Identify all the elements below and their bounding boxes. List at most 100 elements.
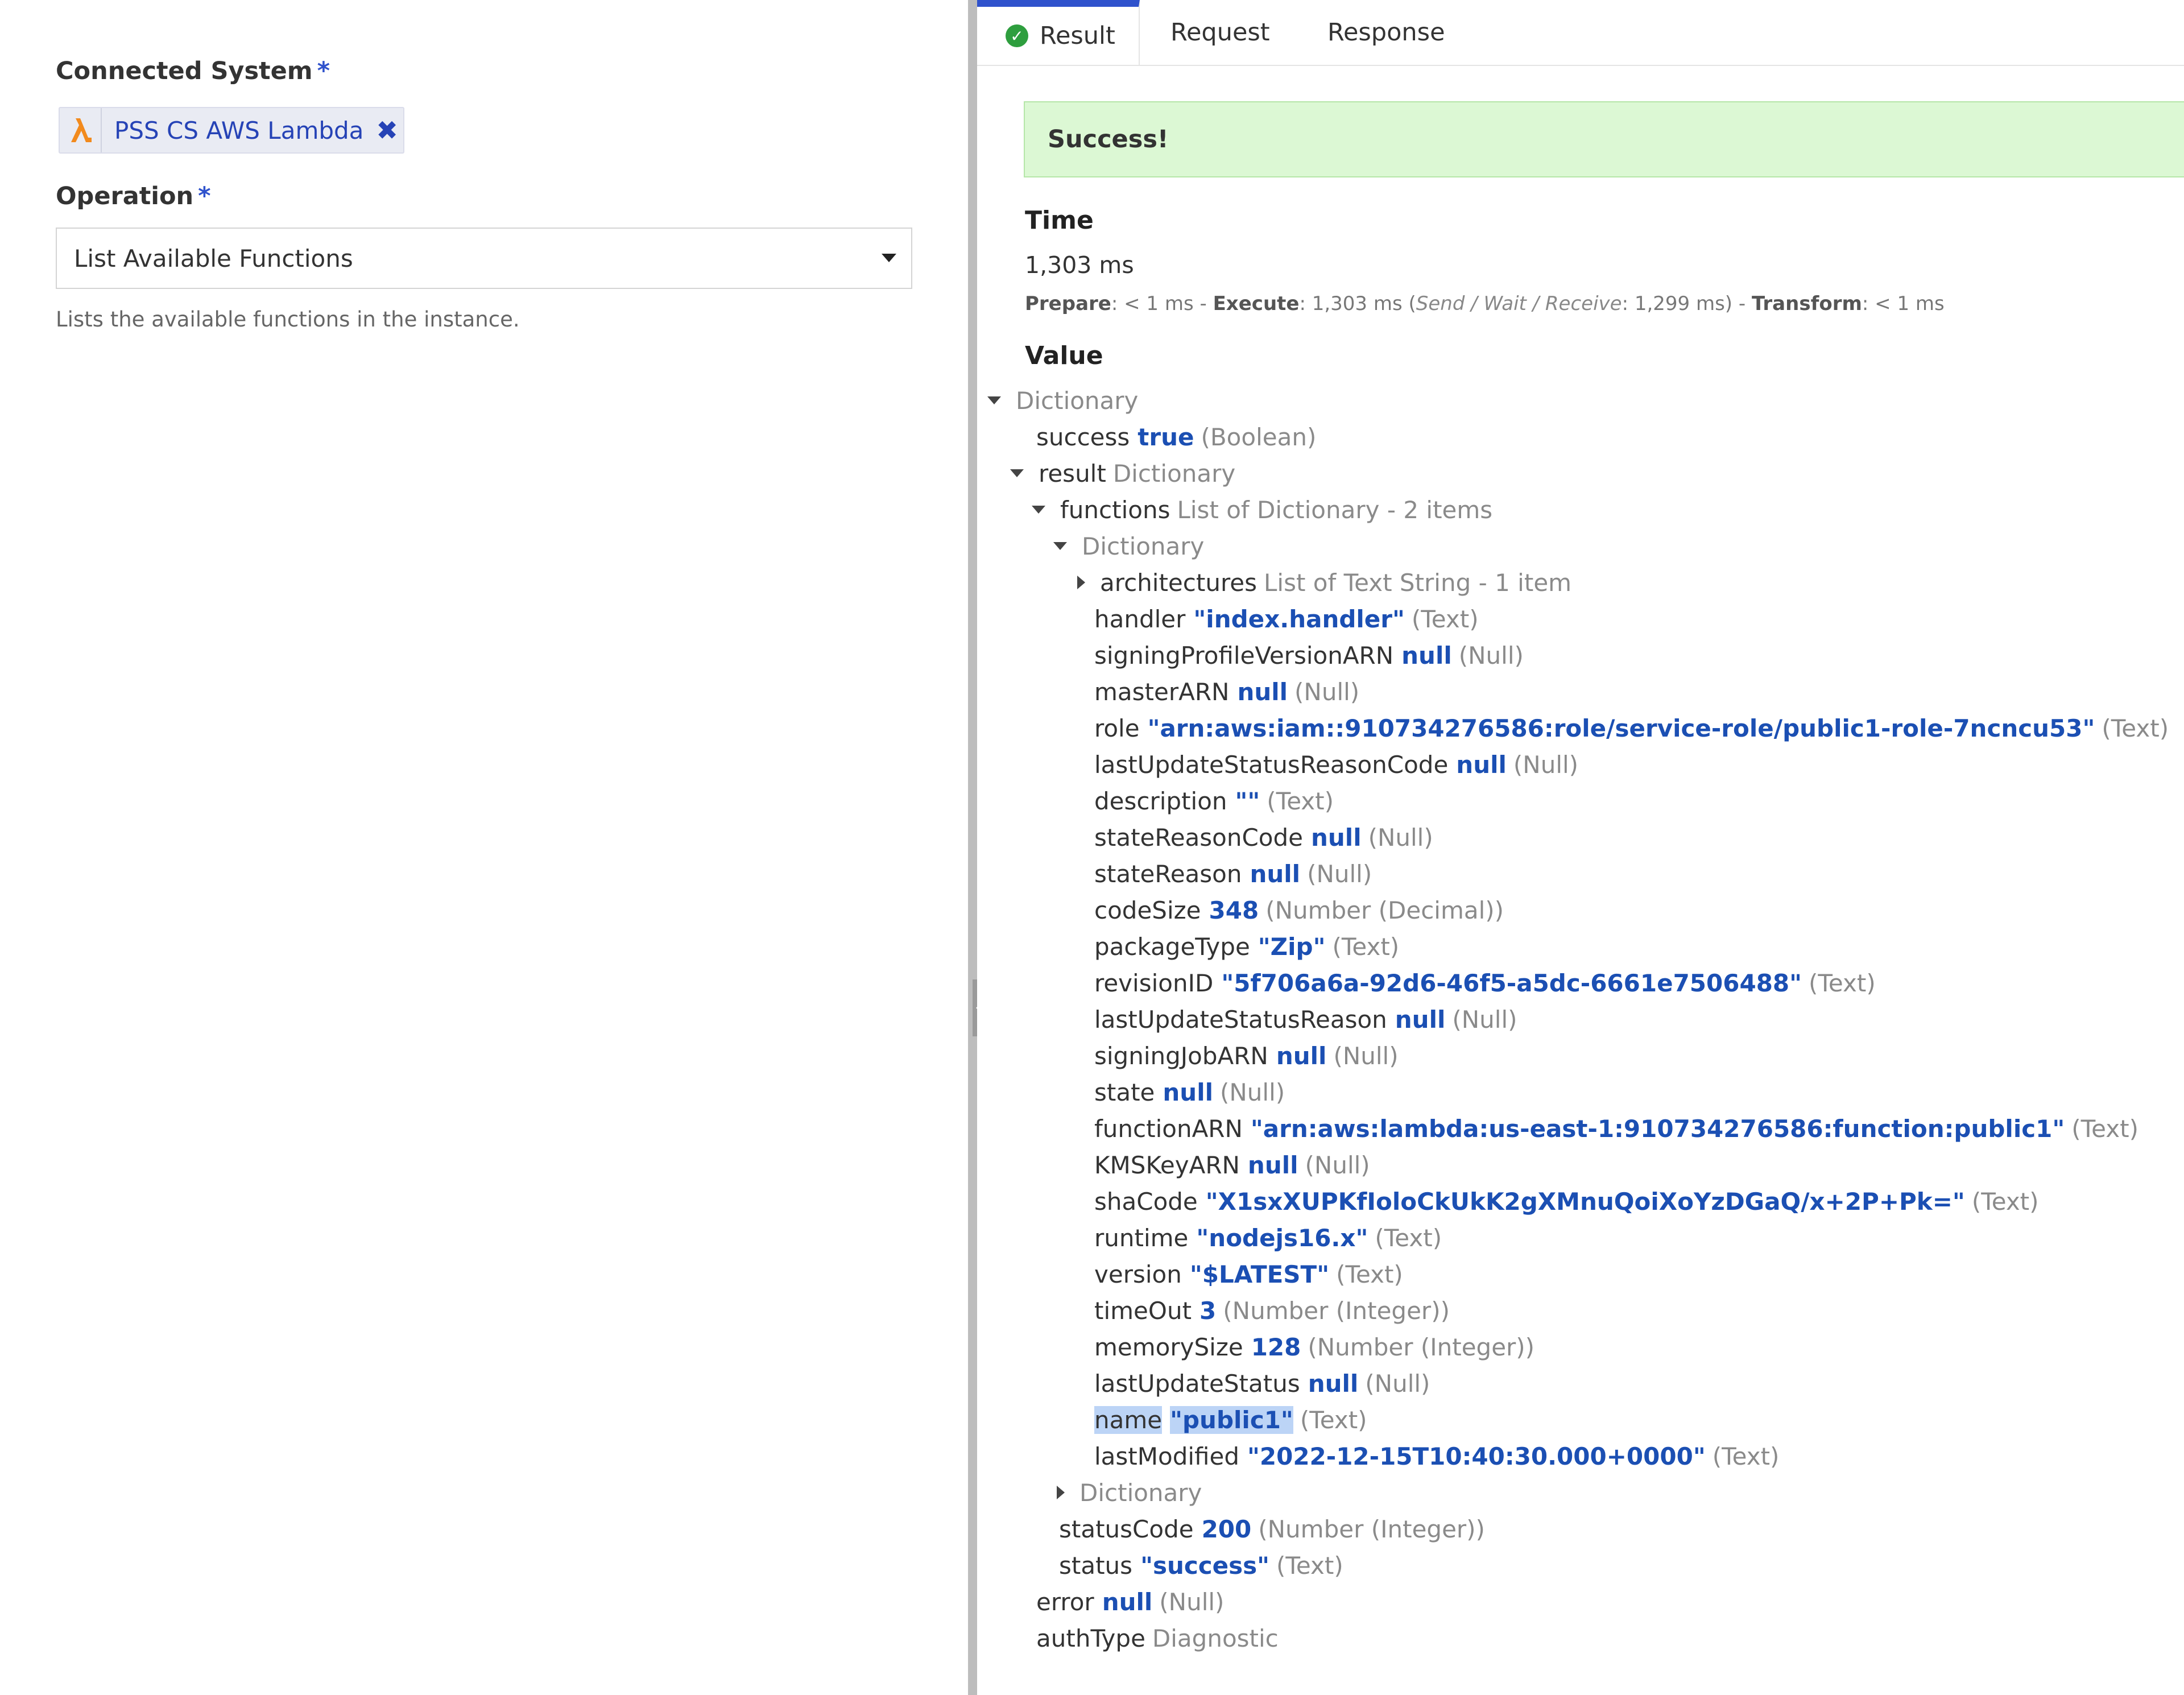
- remove-system-icon[interactable]: ✖: [376, 115, 398, 146]
- tree-type: List of Text String - 1 item: [1264, 568, 1572, 597]
- tree-value: "2022-12-15T10:40:30.000+0000": [1247, 1442, 1706, 1470]
- tree-row: packageType "Zip" (Text): [1094, 928, 1399, 965]
- tree-value: "nodejs16.x": [1196, 1223, 1368, 1252]
- tree-value: null: [1456, 750, 1507, 779]
- tree-type: (Null): [1452, 1005, 1517, 1033]
- tree-type: (Text): [1375, 1223, 1442, 1252]
- tree-row[interactable]: functions List of Dictionary - 2 items: [1032, 491, 1492, 528]
- tree-type: (Null): [1159, 1587, 1225, 1616]
- operation-label-text: Operation: [56, 182, 194, 210]
- tree-key: error: [1036, 1587, 1094, 1616]
- value-heading: Value: [1025, 341, 1103, 370]
- tree-row: lastModified "2022-12-15T10:40:30.000+000…: [1094, 1438, 1779, 1474]
- tree-value: null: [1163, 1078, 1213, 1106]
- tree-type: (Number (Integer)): [1258, 1515, 1485, 1543]
- caret-down-icon[interactable]: [1010, 469, 1024, 477]
- tree-key: state: [1094, 1078, 1155, 1106]
- tree-row: role "arn:aws:iam::910734276586:role/serv…: [1094, 710, 2169, 746]
- tab-response-label: Response: [1327, 18, 1445, 47]
- tree-key: status: [1059, 1551, 1133, 1580]
- caret-right-icon[interactable]: [1077, 576, 1085, 589]
- operation-dropdown[interactable]: List Available Functions: [56, 228, 912, 289]
- tree-key: packageType: [1094, 932, 1250, 961]
- caret-down-icon[interactable]: [1053, 542, 1067, 550]
- operation-selected-value: List Available Functions: [74, 244, 353, 272]
- tree-key: lastUpdateStatus: [1094, 1369, 1300, 1398]
- tree-key: success: [1036, 423, 1130, 451]
- tree-type: (Number (Integer)): [1223, 1296, 1450, 1325]
- tree-key: stateReason: [1094, 859, 1242, 888]
- tree-value: "Zip": [1258, 932, 1326, 961]
- tree-row: functionARN "arn:aws:lambda:us-east-1:910…: [1094, 1110, 2138, 1147]
- required-indicator: *: [317, 57, 330, 85]
- tree-type: (Null): [1368, 823, 1433, 851]
- tree-type: (Text): [1411, 605, 1479, 633]
- tree-key: handler: [1094, 605, 1186, 633]
- connected-system-name[interactable]: PSS CS AWS Lambda: [114, 117, 363, 144]
- tree-key: lastModified: [1094, 1442, 1239, 1470]
- tree-value: "$LATEST": [1189, 1260, 1330, 1288]
- tab-response[interactable]: Response: [1327, 0, 1445, 65]
- tree-value: null: [1401, 641, 1452, 669]
- tree-row[interactable]: architectures List of Text String - 1 ite…: [1074, 564, 1571, 601]
- tree-value: 128: [1251, 1333, 1301, 1361]
- tree-row: stateReasonCode null (Null): [1094, 819, 1433, 855]
- time-heading: Time: [1025, 206, 1094, 235]
- tree-type: (Text): [2102, 714, 2169, 742]
- tree-type: (Null): [1220, 1078, 1285, 1106]
- tree-row[interactable]: Dictionary: [1053, 528, 1204, 564]
- connected-system-chip[interactable]: PSS CS AWS Lambda ✖: [59, 107, 404, 154]
- tree-row: success true (Boolean): [1036, 419, 1316, 455]
- tree-type: (Null): [1458, 641, 1524, 669]
- execute-value: : 1,303 ms (: [1299, 292, 1416, 315]
- execute-label: Execute: [1213, 292, 1300, 315]
- transform-label: Transform: [1751, 292, 1862, 315]
- test-result-pane: ✓ Result Request Response Success! Time …: [977, 0, 2184, 1695]
- tree-type: Diagnostic: [1152, 1624, 1279, 1652]
- success-message: Success!: [1048, 125, 1169, 154]
- execute-breakdown-value: : 1,299 ms) -: [1622, 292, 1752, 315]
- caret-down-icon[interactable]: [1032, 506, 1045, 514]
- tree-value: null: [1237, 677, 1288, 706]
- tree-key: signingProfileVersionARN: [1094, 641, 1394, 669]
- tree-row: lastUpdateStatusReasonCode null (Null): [1094, 746, 1578, 783]
- tree-value: null: [1311, 823, 1362, 851]
- tree-row: KMSKeyARN null (Null): [1094, 1147, 1370, 1183]
- tree-key: name: [1094, 1405, 1163, 1434]
- tree-type: (Text): [1267, 787, 1334, 815]
- tree-type: (Null): [1307, 859, 1372, 888]
- tree-value: 348: [1209, 896, 1259, 924]
- tree-row: version "$LATEST" (Text): [1094, 1256, 1403, 1292]
- tree-key: result: [1039, 459, 1106, 487]
- tree-value: "arn:aws:iam::910734276586:role/service-…: [1147, 714, 2095, 742]
- tree-type: (Null): [1305, 1151, 1370, 1179]
- tree-key: memorySize: [1094, 1333, 1243, 1361]
- caret-down-icon[interactable]: [882, 254, 896, 262]
- tree-value: null: [1276, 1041, 1327, 1070]
- caret-right-icon[interactable]: [1057, 1486, 1065, 1499]
- tab-request[interactable]: Request: [1170, 0, 1270, 65]
- tree-key: architectures: [1100, 568, 1258, 597]
- success-banner: Success!: [1024, 101, 2184, 177]
- pane-splitter[interactable]: [968, 0, 977, 1695]
- tree-row[interactable]: result Dictionary: [1010, 455, 1235, 491]
- tree-key: runtime: [1094, 1223, 1189, 1252]
- tree-row: statusCode 200 (Number (Integer)): [1059, 1511, 1485, 1547]
- tree-value: "public1": [1170, 1405, 1293, 1434]
- tree-key: authType: [1036, 1624, 1145, 1652]
- tree-row: error null (Null): [1036, 1584, 1224, 1620]
- tree-row: revisionID "5f706a6a-92d6-46f5-a5dc-6661e…: [1094, 965, 1876, 1001]
- time-breakdown: Prepare: < 1 ms - Execute: 1,303 ms (Sen…: [1025, 292, 1945, 315]
- tree-key: stateReasonCode: [1094, 823, 1303, 851]
- tree-row[interactable]: Dictionary: [987, 382, 1138, 419]
- tree-key: lastUpdateStatusReasonCode: [1094, 750, 1449, 779]
- tree-key: statusCode: [1059, 1515, 1194, 1543]
- tab-result[interactable]: ✓ Result: [977, 0, 1140, 65]
- tree-row[interactable]: Dictionary: [1053, 1474, 1202, 1511]
- tree-key: functionARN: [1094, 1114, 1243, 1143]
- connected-system-label: Connected System *: [56, 57, 330, 85]
- prepare-label: Prepare: [1025, 292, 1111, 315]
- tree-key: KMSKeyARN: [1094, 1151, 1240, 1179]
- tree-row: masterARN null (Null): [1094, 673, 1359, 710]
- caret-down-icon[interactable]: [987, 396, 1001, 404]
